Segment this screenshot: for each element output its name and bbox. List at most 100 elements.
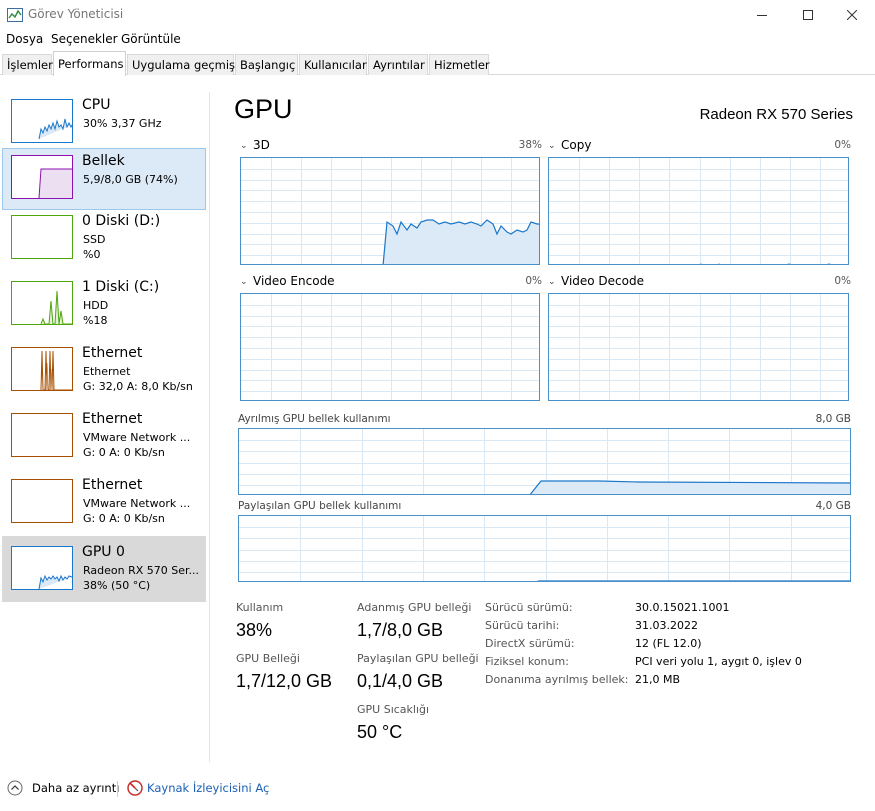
sidebar-item-ethernet-1[interactable]: Ethernet Ethernet G: 32,0 A: 8,0 Kb/sn — [2, 340, 206, 402]
footer: Daha az ayrıntı Kaynak İzleyicisini Aç — [0, 773, 875, 803]
tab-performance[interactable]: Performans — [53, 51, 126, 76]
sidebar-item-cpu[interactable]: CPU 30% 3,37 GHz — [2, 92, 206, 154]
sidebar-disk-c-type: HDD — [83, 299, 109, 312]
sidebar-disk-d-usage: %0 — [83, 248, 101, 261]
close-button[interactable] — [829, 0, 875, 30]
engine-video-encode-percent: 0% — [525, 275, 542, 287]
engine-copy-graph-svg — [549, 158, 848, 264]
shared-gpu-memory-label: Paylaşılan GPU belleği — [357, 652, 479, 665]
minimize-button[interactable] — [739, 0, 785, 30]
engine-video-encode-chevron-icon[interactable]: ⌄ — [240, 277, 248, 287]
cpu-thumbnail — [11, 99, 73, 143]
dedicated-gpu-memory-label: Adanmış GPU belleği — [357, 601, 472, 614]
sidebar-gpu-0-model: Radeon RX 570 Ser... — [83, 564, 200, 577]
shared-memory-max: 4,0 GB — [815, 500, 851, 512]
tab-services[interactable]: Hizmetler — [429, 54, 490, 75]
sidebar-gpu-0-usage: 38% (50 °C) — [83, 579, 151, 592]
sidebar-cpu-name: CPU — [82, 97, 111, 113]
hardware-reserved-memory-value: 21,0 MB — [635, 673, 681, 686]
sidebar-ethernet-1-name: Ethernet — [82, 345, 143, 361]
minimize-icon — [757, 15, 767, 16]
gpu-model-name: Radeon RX 570 Series — [699, 106, 853, 123]
engine-3d-percent: 38% — [518, 139, 542, 151]
sidebar-ethernet-3-name: Ethernet — [82, 477, 143, 493]
less-details-button[interactable]: Daha az ayrıntı — [32, 781, 119, 795]
engine-3d-label[interactable]: 3D — [253, 138, 270, 152]
driver-version-label: Sürücü sürümü: — [485, 601, 573, 614]
engine-video-decode-label[interactable]: Video Decode — [561, 274, 644, 288]
chevron-up-icon[interactable] — [7, 780, 23, 796]
hardware-reserved-memory-label: Donanıma ayrılmış bellek: — [485, 673, 629, 686]
open-resource-monitor-link[interactable]: Kaynak İzleyicisini Aç — [147, 781, 269, 795]
sidebar-ethernet-2-throughput: G: 0 A: 0 Kb/sn — [83, 446, 165, 459]
engine-copy-label[interactable]: Copy — [561, 138, 591, 152]
ethernet-1-thumbnail — [11, 347, 73, 391]
close-icon — [847, 10, 857, 20]
sidebar-disk-d-name: 0 Diski (D:) — [82, 213, 161, 229]
sidebar-memory-detail: 5,9/8,0 GB (74%) — [83, 173, 178, 186]
engine-video-encode-graph-svg — [241, 294, 539, 400]
dedicated-memory-label: Ayrılmış GPU bellek kullanımı — [238, 413, 391, 425]
menu-view[interactable]: Görüntüle — [121, 32, 181, 46]
tab-processes[interactable]: İşlemler — [2, 54, 53, 75]
tab-startup[interactable]: Başlangıç — [235, 54, 298, 75]
engine-copy-chevron-icon[interactable]: ⌄ — [548, 141, 556, 151]
sidebar-item-memory[interactable]: Bellek 5,9/8,0 GB (74%) — [2, 148, 206, 210]
tab-details[interactable]: Ayrıntılar — [368, 54, 428, 75]
gpu-temperature-label: GPU Sıcaklığı — [357, 703, 430, 716]
engine-video-encode-label[interactable]: Video Encode — [253, 274, 335, 288]
tab-bar: İşlemler Performans Uygulama geçmişi Baş… — [0, 50, 875, 76]
sidebar-item-disk-c[interactable]: 1 Diski (C:) HDD %18 — [2, 274, 206, 336]
ethernet-3-thumbnail — [11, 479, 73, 523]
engine-3d-chevron-icon[interactable]: ⌄ — [240, 141, 248, 151]
engine-video-decode-graph-svg — [549, 294, 848, 400]
memory-thumbnail — [11, 155, 73, 199]
shared-memory-graph — [238, 515, 851, 582]
performance-sidebar: CPU 30% 3,37 GHz Bellek 5,9/8,0 GB (74%)… — [0, 92, 210, 762]
sidebar-item-ethernet-3[interactable]: Ethernet VMware Network ... G: 0 A: 0 Kb… — [2, 472, 206, 534]
engine-video-decode-chevron-icon[interactable]: ⌄ — [548, 277, 556, 287]
gpu-temperature-value: 50 °C — [357, 722, 403, 742]
menu-options[interactable]: Seçenekler — [51, 32, 118, 46]
resource-monitor-icon — [127, 780, 143, 796]
page-title: GPU — [234, 94, 293, 124]
sidebar-item-ethernet-2[interactable]: Ethernet VMware Network ... G: 0 A: 0 Kb… — [2, 406, 206, 468]
sidebar-disk-c-usage: %18 — [83, 314, 108, 327]
gpu-memory-value: 1,7/12,0 GB — [236, 671, 333, 691]
engine-3d-graph-svg — [241, 158, 539, 264]
gpu-0-thumbnail — [11, 546, 73, 590]
shared-memory-label: Paylaşılan GPU bellek kullanımı — [238, 500, 402, 512]
maximize-icon — [803, 10, 813, 20]
engine-video-decode-graph — [548, 293, 849, 401]
maximize-button[interactable] — [785, 0, 831, 30]
shared-gpu-memory-value: 0,1/4,0 GB — [357, 671, 444, 691]
engine-3d-graph — [240, 157, 540, 265]
sidebar-item-disk-d[interactable]: 0 Diski (D:) SSD %0 — [2, 208, 206, 270]
sidebar-item-gpu-0[interactable]: GPU 0 Radeon RX 570 Ser... 38% (50 °C) — [2, 536, 206, 602]
sidebar-ethernet-1-throughput: G: 32,0 A: 8,0 Kb/sn — [83, 380, 193, 393]
menu-bar: Dosya Seçenekler Görüntüle — [0, 30, 875, 50]
physical-location-value: PCI veri yolu 1, aygıt 0, işlev 0 — [635, 655, 802, 668]
driver-date-value: 31.03.2022 — [635, 619, 698, 632]
physical-location-label: Fiziksel konum: — [485, 655, 569, 668]
dedicated-gpu-memory-value: 1,7/8,0 GB — [357, 620, 444, 640]
gpu-memory-label: GPU Belleği — [236, 652, 300, 665]
tab-users[interactable]: Kullanıcılar — [299, 54, 367, 75]
sidebar-ethernet-2-adapter: VMware Network ... — [83, 431, 191, 444]
driver-version-value: 30.0.15021.1001 — [635, 601, 730, 614]
engine-copy-percent: 0% — [834, 139, 851, 151]
engine-video-encode-graph — [240, 293, 540, 401]
footer-divider — [117, 781, 118, 797]
window-title: Görev Yöneticisi — [28, 7, 124, 21]
engine-copy-graph — [548, 157, 849, 265]
driver-date-label: Sürücü tarihi: — [485, 619, 560, 632]
shared-memory-graph-svg — [239, 516, 850, 581]
menu-file[interactable]: Dosya — [6, 32, 43, 46]
dedicated-memory-graph — [238, 428, 851, 495]
sidebar-disk-d-type: SSD — [83, 233, 106, 246]
engine-video-decode-percent: 0% — [834, 275, 851, 287]
disk-c-thumbnail — [11, 281, 73, 325]
sidebar-ethernet-1-adapter: Ethernet — [83, 365, 131, 378]
sidebar-ethernet-3-throughput: G: 0 A: 0 Kb/sn — [83, 512, 165, 525]
tab-app-history[interactable]: Uygulama geçmişi — [127, 54, 238, 75]
